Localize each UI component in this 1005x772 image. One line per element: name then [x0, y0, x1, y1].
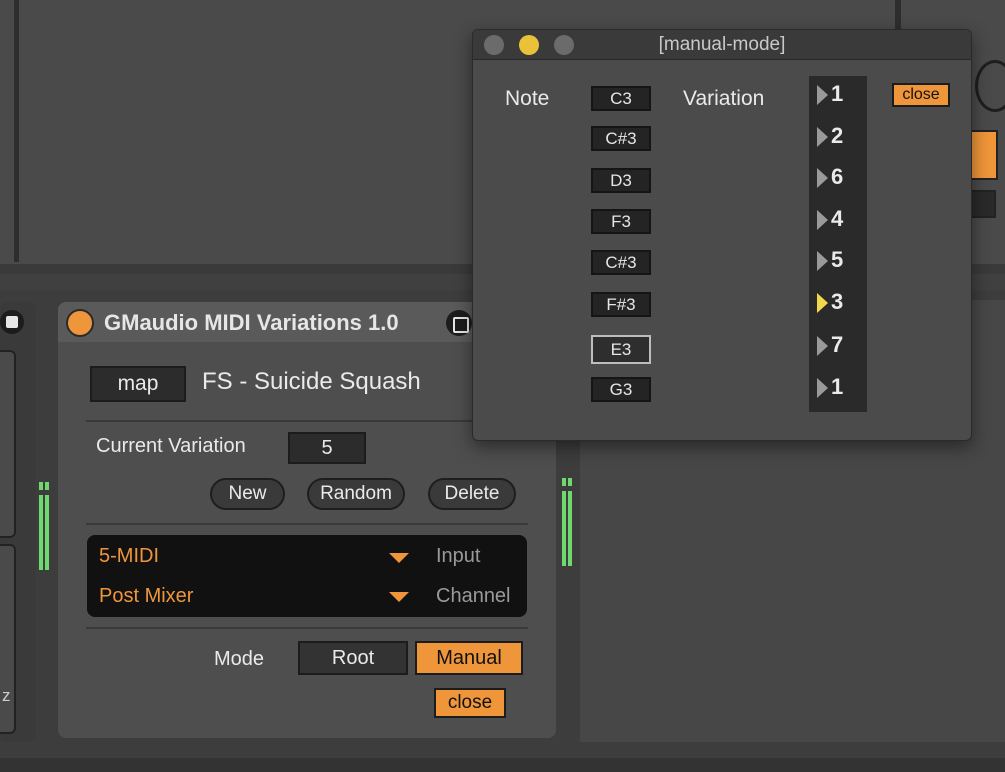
new-button[interactable]: New	[210, 478, 285, 510]
status-bar	[0, 758, 1005, 772]
popup-close-button[interactable]: close	[892, 83, 950, 107]
left-device-control-upper[interactable]	[0, 350, 16, 538]
variation-number[interactable]: 4	[831, 206, 843, 232]
note-cell[interactable]: E3	[591, 335, 651, 364]
variation-number[interactable]: 1	[831, 374, 843, 400]
variation-number[interactable]: 1	[831, 81, 843, 107]
left-device-fragment-text: z	[2, 686, 11, 705]
play-arrow-icon	[817, 210, 828, 230]
channel-label: Channel	[436, 585, 511, 607]
note-header: Note	[505, 87, 550, 110]
note-cell[interactable]: F#3	[591, 292, 651, 317]
note-cell[interactable]: C#3	[591, 250, 651, 275]
level-meter-left	[39, 482, 51, 570]
current-variation-field[interactable]: 5	[288, 432, 366, 464]
current-variation-label: Current Variation	[96, 435, 246, 457]
track-divider-left	[14, 0, 19, 262]
mode-manual-button[interactable]: Manual	[415, 641, 523, 675]
variation-number[interactable]: 3	[831, 289, 843, 315]
play-arrow-icon	[817, 336, 828, 356]
channel-select[interactable]: Post Mixer	[99, 585, 193, 608]
divider	[86, 420, 528, 422]
window-close-icon[interactable]	[484, 35, 504, 55]
device-power-icon[interactable]	[66, 309, 94, 337]
variation-number[interactable]: 7	[831, 332, 843, 358]
variation-header: Variation	[683, 87, 765, 110]
window-zoom-icon[interactable]	[554, 35, 574, 55]
delete-button[interactable]: Delete	[428, 478, 516, 510]
note-cell[interactable]: C3	[591, 86, 651, 111]
track-divider-right	[895, 0, 901, 30]
input-select[interactable]: 5-MIDI	[99, 545, 159, 568]
save-icon[interactable]	[0, 310, 24, 334]
preset-name: FS - Suicide Squash	[202, 368, 421, 395]
random-button[interactable]: Random	[307, 478, 405, 510]
variation-number[interactable]: 6	[831, 164, 843, 190]
play-arrow-icon	[817, 127, 828, 147]
chevron-down-icon[interactable]	[389, 592, 409, 602]
play-arrow-icon	[817, 293, 828, 313]
window-title-bar[interactable]: [manual-mode]	[473, 30, 971, 60]
play-arrow-icon	[817, 168, 828, 188]
midi-routing-panel: 5-MIDI Input Post Mixer Channel	[87, 535, 527, 617]
window-title: [manual-mode]	[658, 34, 786, 55]
note-cell[interactable]: F3	[591, 209, 651, 234]
manual-mode-window: [manual-mode] Note Variation C3 C#3 D3 F3 C#…	[472, 29, 972, 441]
map-button[interactable]: map	[90, 366, 186, 402]
level-meter-right	[562, 478, 574, 566]
note-cell[interactable]: D3	[591, 168, 651, 193]
device-title: GMaudio MIDI Variations 1.0	[104, 310, 399, 335]
variation-number[interactable]: 5	[831, 247, 843, 273]
play-arrow-icon	[817, 251, 828, 271]
note-cell[interactable]: C#3	[591, 126, 651, 151]
variation-number[interactable]: 2	[831, 123, 843, 149]
divider	[86, 523, 528, 525]
divider	[86, 627, 528, 629]
play-arrow-icon	[817, 85, 828, 105]
window-minimize-icon[interactable]	[519, 35, 539, 55]
mode-root-button[interactable]: Root	[298, 641, 408, 675]
chevron-down-icon[interactable]	[389, 553, 409, 563]
mode-label: Mode	[214, 648, 265, 670]
input-label: Input	[436, 545, 481, 567]
close-button[interactable]: close	[434, 688, 506, 718]
note-cell[interactable]: G3	[591, 377, 651, 402]
play-arrow-icon	[817, 378, 828, 398]
variation-list: 1 2 6 4 5 3 7 1	[809, 76, 867, 412]
macro-map-icon[interactable]	[446, 310, 472, 336]
